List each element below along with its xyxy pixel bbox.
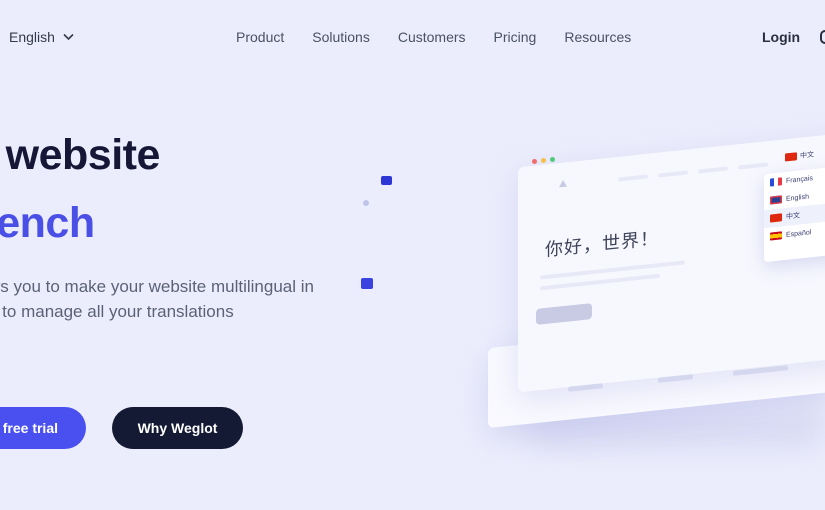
hero-title-line2: rench xyxy=(0,199,95,247)
website-mockup: 中文 你好，世界！ Français English 中文 Español xyxy=(488,120,825,480)
window-minimize-dot xyxy=(541,158,546,163)
flag-es-icon xyxy=(770,231,782,241)
current-language-label: 中文 xyxy=(800,151,814,160)
flag-cn-icon xyxy=(785,152,797,162)
main-nav: Product Solutions Customers Pricing Reso… xyxy=(236,29,659,45)
free-trial-button[interactable]: r free trial xyxy=(0,407,86,449)
hero-subtitle-line: . xyxy=(0,324,368,349)
hero-title-line1: r website xyxy=(0,131,160,179)
window-maximize-dot xyxy=(550,157,555,162)
nav-resources[interactable]: Resources xyxy=(564,29,631,45)
window-close-dot xyxy=(532,159,537,164)
chevron-down-icon xyxy=(63,33,74,41)
flag-gb-icon xyxy=(770,195,782,205)
option-label: Español xyxy=(786,228,812,239)
decorative-dot xyxy=(363,200,369,206)
user-icon[interactable] xyxy=(820,30,825,44)
flag-cn-icon xyxy=(770,213,782,223)
option-label: 中文 xyxy=(786,212,800,221)
option-label: English xyxy=(786,192,809,203)
language-selector[interactable]: English xyxy=(9,29,74,45)
hero-subtitle-line: ws you to make your website multilingual… xyxy=(0,277,314,296)
login-link[interactable]: Login xyxy=(762,29,800,45)
logo-icon xyxy=(559,179,567,188)
nav-customers[interactable]: Customers xyxy=(398,29,466,45)
nav-solutions[interactable]: Solutions xyxy=(312,29,370,45)
why-weglot-button[interactable]: Why Weglot xyxy=(112,407,243,449)
language-label: English xyxy=(9,29,55,45)
nav-pricing[interactable]: Pricing xyxy=(494,29,537,45)
nav-product[interactable]: Product xyxy=(236,29,284,45)
hero-subtitle-line: d to manage all your translations xyxy=(0,302,234,321)
hero-subtitle: ws you to make your website multilingual… xyxy=(0,274,368,349)
decorative-square xyxy=(361,278,373,289)
flag-fr-icon xyxy=(770,177,782,187)
option-label: Français xyxy=(786,174,813,185)
decorative-square xyxy=(381,176,392,185)
language-dropdown: Français English 中文 Español xyxy=(764,165,825,263)
